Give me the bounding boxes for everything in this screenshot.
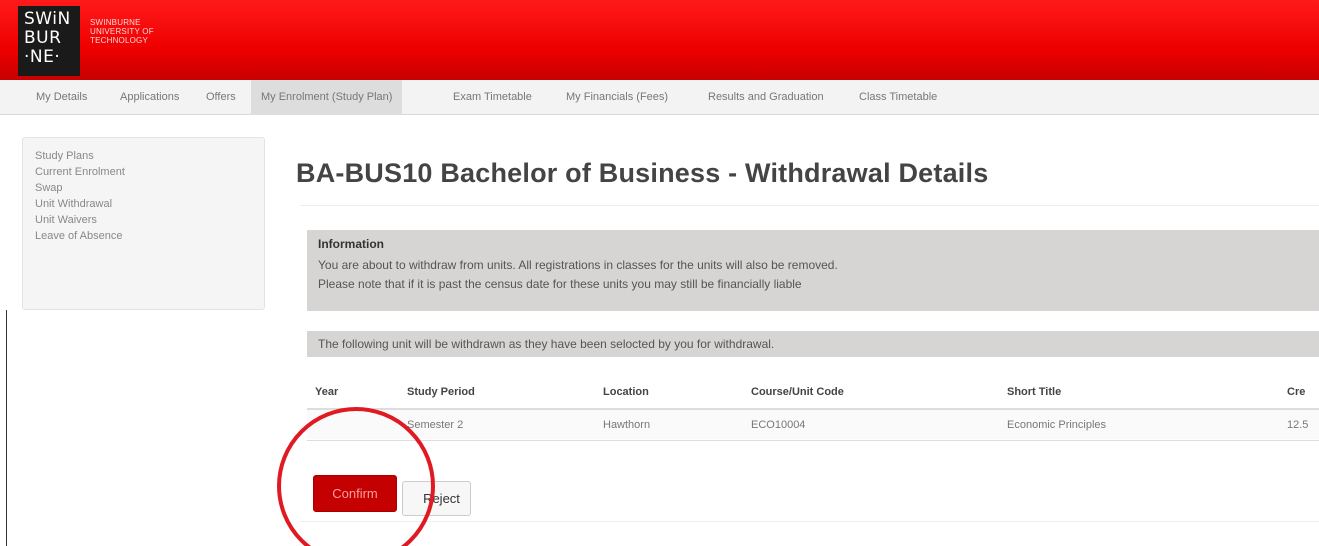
university-name-line: SWINBURNE bbox=[90, 18, 141, 27]
page-title: BA-BUS10 Bachelor of Business - Withdraw… bbox=[296, 158, 989, 188]
logo-line: SWiN bbox=[24, 9, 71, 29]
units-table: Year Study Period Location Course/Unit C… bbox=[307, 375, 1319, 439]
nav-offers[interactable]: Offers bbox=[196, 80, 246, 115]
sidebar-item-current-enrolment[interactable]: Current Enrolment bbox=[35, 164, 252, 180]
nav-my-details[interactable]: My Details bbox=[26, 80, 97, 115]
cell-short-title: Economic Principles bbox=[999, 408, 1279, 439]
cell-year bbox=[307, 408, 399, 439]
column-header-short-title: Short Title bbox=[999, 375, 1279, 410]
sidebar-item-leave-of-absence[interactable]: Leave of Absence bbox=[35, 228, 252, 244]
column-header-unit-code: Course/Unit Code bbox=[743, 375, 999, 410]
university-name: SWINBURNE UNIVERSITY OF TECHNOLOGY bbox=[90, 18, 154, 45]
table-header-row: Year Study Period Location Course/Unit C… bbox=[307, 375, 1319, 410]
column-header-year: Year bbox=[307, 375, 399, 410]
title-divider bbox=[300, 205, 1319, 206]
nav-my-financials[interactable]: My Financials (Fees) bbox=[556, 80, 678, 115]
column-header-location: Location bbox=[595, 375, 743, 410]
sidebar: Study Plans Current Enrolment Swap Unit … bbox=[22, 137, 265, 310]
cell-location: Hawthorn bbox=[595, 408, 743, 439]
sidebar-item-swap[interactable]: Swap bbox=[35, 180, 252, 196]
column-header-study-period: Study Period bbox=[399, 375, 595, 410]
information-panel: Information You are about to withdraw fr… bbox=[307, 230, 1319, 311]
sidebar-item-unit-withdrawal[interactable]: Unit Withdrawal bbox=[35, 196, 252, 212]
sidebar-item-study-plans[interactable]: Study Plans bbox=[35, 148, 252, 164]
reject-button[interactable]: Reject bbox=[402, 481, 471, 516]
university-name-line: TECHNOLOGY bbox=[90, 36, 149, 45]
university-logo[interactable]: SWiN BUR ·NE· bbox=[18, 6, 80, 76]
logo-line: BUR bbox=[24, 28, 62, 48]
information-heading: Information bbox=[318, 237, 384, 251]
page: SWiN BUR ·NE· SWINBURNE UNIVERSITY OF TE… bbox=[0, 0, 1319, 546]
withdrawal-notice: The following unit will be withdrawn as … bbox=[307, 331, 1319, 357]
cell-credit: 12.5 bbox=[1279, 408, 1319, 439]
nav-my-enrolment[interactable]: My Enrolment (Study Plan) bbox=[251, 80, 403, 115]
nav-applications[interactable]: Applications bbox=[110, 80, 189, 115]
main-nav: My Details Applications Offers My Enrolm… bbox=[0, 80, 1319, 115]
sidebar-item-unit-waivers[interactable]: Unit Waivers bbox=[35, 212, 252, 228]
university-name-line: UNIVERSITY OF bbox=[90, 27, 154, 36]
withdrawal-units-table: Year Study Period Location Course/Unit C… bbox=[307, 375, 1319, 441]
information-line: Please note that if it is past the censu… bbox=[318, 277, 802, 291]
cell-unit-code: ECO10004 bbox=[743, 408, 999, 439]
left-divider bbox=[6, 310, 7, 546]
header-bar: SWiN BUR ·NE· SWINBURNE UNIVERSITY OF TE… bbox=[0, 0, 1319, 80]
actions-divider bbox=[300, 521, 1319, 522]
cell-study-period: Semester 2 bbox=[399, 408, 595, 439]
information-line: You are about to withdraw from units. Al… bbox=[318, 258, 838, 272]
nav-class-timetable[interactable]: Class Timetable bbox=[849, 80, 947, 115]
table-row: Semester 2 Hawthorn ECO10004 Economic Pr… bbox=[307, 408, 1319, 439]
nav-exam-timetable[interactable]: Exam Timetable bbox=[443, 80, 542, 115]
nav-results-graduation[interactable]: Results and Graduation bbox=[698, 80, 834, 115]
column-header-credit: Cre bbox=[1279, 375, 1319, 410]
logo-line: ·NE· bbox=[24, 47, 61, 67]
confirm-button[interactable]: Confirm bbox=[313, 475, 397, 512]
